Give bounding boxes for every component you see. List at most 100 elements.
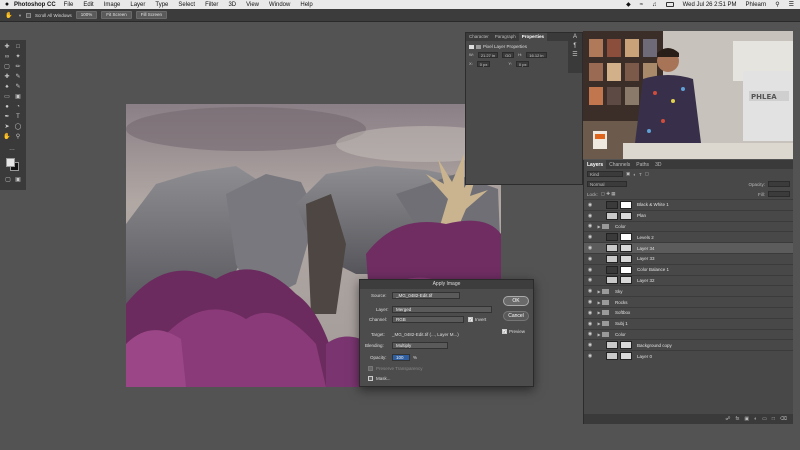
visibility-eye-icon[interactable]: ◉ — [584, 353, 596, 359]
path-select-tool-icon[interactable]: ➤ — [3, 124, 11, 131]
menu-type[interactable]: Type — [155, 2, 168, 8]
tool-preset-chevron-icon[interactable]: ▼ — [18, 13, 22, 18]
new-adjustment-icon[interactable]: ◐ — [754, 416, 757, 422]
menu-view[interactable]: View — [246, 2, 259, 8]
blending-select[interactable]: Multiply — [392, 342, 448, 349]
layer-mask-thumbnail[interactable] — [620, 341, 632, 350]
tab-paragraph[interactable]: Paragraph — [492, 33, 519, 41]
mask-icon[interactable] — [476, 44, 481, 49]
screen-mode-icon[interactable]: ▣ — [14, 177, 22, 184]
foreground-color-swatch[interactable] — [6, 158, 15, 167]
layer-row[interactable]: ◉ Black & White 1 — [584, 199, 793, 210]
layer-select[interactable]: Merged — [392, 306, 492, 313]
filter-pixel-icon[interactable]: ▣ — [626, 171, 630, 177]
visibility-eye-icon[interactable]: ◉ — [584, 256, 596, 262]
clone-stamp-tool-icon[interactable]: ♠ — [3, 84, 11, 91]
layer-row[interactable]: ◉ ▶ Subj 1 — [584, 317, 793, 329]
tab-channels[interactable]: Channels — [606, 160, 633, 169]
opacity-input[interactable]: 100 — [392, 354, 410, 361]
apple-menu-icon[interactable]: ● — [0, 1, 14, 8]
fit-screen-button[interactable]: Fit Screen — [101, 11, 132, 19]
healing-brush-tool-icon[interactable]: ✚ — [3, 74, 11, 81]
width-field[interactable]: 21.27 in — [477, 52, 499, 58]
quick-mask-icon[interactable]: ▢ — [4, 177, 12, 184]
layer-filter-kind[interactable]: Kind — [587, 171, 623, 177]
layer-mask-thumbnail[interactable] — [620, 200, 632, 209]
layer-row[interactable]: ◉ Layer 0 — [584, 350, 793, 361]
height-field[interactable]: 16.12 in — [526, 52, 547, 58]
shape-tool-icon[interactable]: ◯ — [14, 124, 22, 131]
visibility-eye-icon[interactable]: ◉ — [584, 321, 596, 327]
link-layers-icon[interactable]: ☍ — [725, 416, 730, 422]
app-name-menu[interactable]: Photoshop CC — [14, 2, 56, 8]
ok-button[interactable]: OK — [503, 296, 529, 306]
tab-3d[interactable]: 3D — [652, 160, 664, 169]
marquee-tool-icon[interactable]: □ — [14, 44, 22, 51]
tab-layers[interactable]: Layers — [584, 160, 607, 169]
visibility-eye-icon[interactable]: ◉ — [584, 202, 596, 208]
type-tool-icon[interactable]: T — [14, 114, 22, 121]
filter-type-icon[interactable]: T — [639, 172, 642, 177]
layer-row[interactable]: ◉ Layer 32 — [584, 274, 793, 286]
pen-tool-icon[interactable]: ✒ — [3, 114, 11, 121]
layer-row[interactable]: ◉ ▶ Softbox — [584, 306, 793, 318]
battery-icon[interactable] — [665, 2, 674, 7]
clock[interactable]: Wed Jul 26 2:51 PM — [683, 2, 737, 8]
fill-screen-button[interactable]: Fill Screen — [135, 11, 168, 19]
visibility-eye-icon[interactable]: ◉ — [584, 245, 596, 251]
y-field[interactable]: 0 px — [515, 61, 530, 67]
zoom-100-button[interactable]: 100% — [75, 11, 98, 19]
zoom-tool-icon[interactable]: ⚲ — [14, 134, 22, 141]
new-layer-icon[interactable]: □ — [772, 416, 775, 422]
visibility-eye-icon[interactable]: ◉ — [584, 299, 596, 305]
properties-panel-icon[interactable]: ☰ — [568, 51, 582, 60]
layer-row[interactable]: ◉ ▶ Sky — [584, 285, 793, 296]
layer-row[interactable]: ◉ Layer 34 — [584, 242, 793, 253]
layer-row[interactable]: ◉ Levels 2 — [584, 231, 793, 242]
hand-tool-icon[interactable]: ✋ — [3, 134, 11, 141]
preserve-transparency-checkbox[interactable] — [368, 366, 373, 371]
layer-row[interactable]: ◉ ▶ Color — [584, 328, 793, 340]
menu-layer[interactable]: Layer — [130, 2, 145, 8]
visibility-eye-icon[interactable]: ◉ — [584, 310, 596, 316]
wifi-icon[interactable]: ≈ — [640, 2, 643, 8]
volume-icon[interactable]: ♫ — [652, 2, 657, 8]
layer-row[interactable]: ◉ ▶ Rocks — [584, 296, 793, 307]
filter-adjustment-icon[interactable]: ◐ — [633, 172, 636, 177]
lock-icons[interactable]: ▢ ✚ ▦ — [601, 191, 616, 197]
visibility-eye-icon[interactable]: ◉ — [584, 331, 596, 337]
layer-mask-thumbnail[interactable] — [620, 211, 632, 220]
visibility-eye-icon[interactable]: ◉ — [584, 223, 596, 229]
menu-file[interactable]: File — [64, 2, 74, 8]
preview-checkbox[interactable]: ✓ — [502, 329, 507, 334]
menu-help[interactable]: Help — [300, 2, 312, 8]
dropbox-icon[interactable]: ◆ — [626, 1, 631, 8]
visibility-eye-icon[interactable]: ◉ — [584, 234, 596, 240]
tab-properties[interactable]: Properties — [518, 33, 548, 41]
search-icon[interactable]: ⚲ — [775, 1, 779, 8]
new-group-icon[interactable]: ▭ — [762, 416, 767, 422]
layer-style-icon[interactable]: fx — [736, 416, 740, 422]
move-tool-icon[interactable]: ✚ — [3, 44, 11, 51]
character-panel-icon[interactable]: A — [568, 33, 582, 42]
layer-row[interactable]: ◉ Background copy — [584, 339, 793, 350]
fill-field[interactable] — [768, 191, 790, 197]
delete-layer-icon[interactable]: ⌫ — [780, 416, 787, 422]
add-mask-icon[interactable]: ▣ — [744, 416, 749, 422]
layer-mask-thumbnail[interactable] — [620, 244, 632, 253]
menu-edit[interactable]: Edit — [83, 2, 93, 8]
user-name[interactable]: Phlearn — [746, 2, 767, 8]
hand-tool-icon[interactable]: ✋ — [4, 12, 14, 19]
cancel-button[interactable]: Cancel — [503, 311, 529, 321]
x-field[interactable]: 0 px — [476, 61, 491, 67]
dodge-tool-icon[interactable]: ◔ — [14, 104, 22, 111]
blend-mode-select[interactable]: Normal — [587, 181, 627, 187]
layer-mask-thumbnail[interactable] — [620, 265, 632, 274]
mask-checkbox[interactable] — [368, 376, 373, 381]
layer-row[interactable]: ◉ Plan — [584, 209, 793, 221]
lasso-tool-icon[interactable]: ∞ — [3, 54, 11, 61]
visibility-eye-icon[interactable]: ◉ — [584, 277, 596, 283]
invert-checkbox[interactable]: ✓ — [468, 317, 473, 322]
layer-row[interactable]: ◉ Layer 33 — [584, 252, 793, 264]
channel-select[interactable]: RGB — [392, 316, 464, 323]
